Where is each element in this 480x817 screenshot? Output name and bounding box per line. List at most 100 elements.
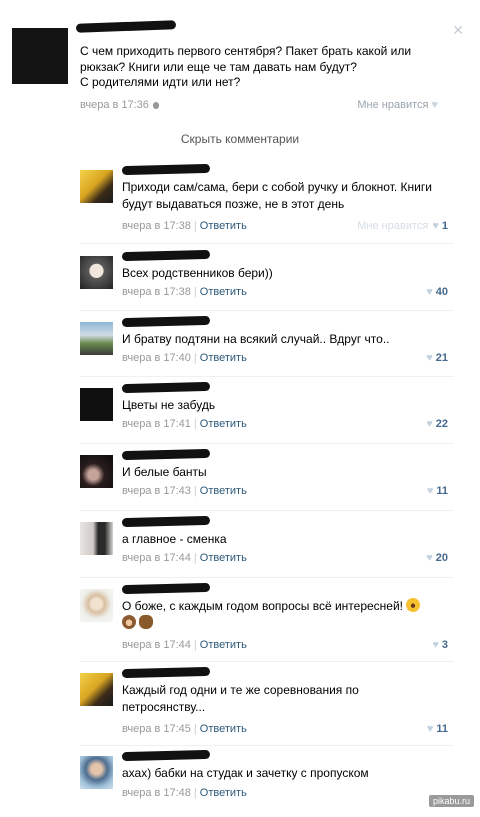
heart-icon: ♥: [426, 418, 433, 430]
comment: И братву подтяни на всякий случай.. Вдру…: [80, 315, 454, 383]
reply-link[interactable]: Ответить: [200, 485, 247, 497]
like-count: 1: [441, 220, 448, 232]
reply-link[interactable]: Ответить: [200, 639, 247, 651]
heart-icon: ♥: [426, 485, 434, 497]
comment-author-redacted: [121, 749, 211, 762]
like-count: 3: [441, 639, 448, 651]
comment-meta: вчера в 17:40 | Ответить: [122, 352, 247, 364]
avatar[interactable]: [80, 673, 113, 706]
avatar[interactable]: [80, 322, 113, 355]
comment-author-redacted: [121, 582, 211, 595]
divider: [80, 510, 454, 511]
comment-time[interactable]: вчера в 17:38: [122, 220, 191, 232]
comment-author-redacted: [121, 381, 211, 394]
post-author-name-redacted: [75, 20, 177, 33]
comment-like-button[interactable]: ♥ 22: [426, 418, 448, 430]
comment-like-button[interactable]: ♥ 11: [427, 723, 448, 735]
comment-time[interactable]: вчера в 17:44: [122, 552, 191, 564]
divider: [80, 577, 454, 578]
comment-like-button[interactable]: ♥ 3: [432, 639, 448, 651]
comment-text: Каждый год одни и те же соревнования по …: [122, 683, 359, 714]
close-icon[interactable]: ✕: [452, 22, 464, 39]
avatar[interactable]: [80, 170, 113, 203]
reply-link[interactable]: Ответить: [200, 723, 247, 735]
post-like-button[interactable]: Мне нравится ♥: [357, 99, 438, 111]
avatar[interactable]: [80, 756, 113, 789]
avatar[interactable]: [80, 388, 113, 421]
comment-like-button[interactable]: ♥ 21: [426, 352, 448, 364]
avatar[interactable]: [80, 522, 113, 555]
reply-link[interactable]: Ответить: [200, 220, 247, 232]
comment-time[interactable]: вчера в 17:44: [122, 639, 191, 651]
laughing-emoji-icon: [406, 598, 421, 612]
apple-icon: [152, 101, 159, 109]
reply-link[interactable]: Ответить: [200, 787, 247, 799]
comment-meta: вчера в 17:43 | Ответить: [122, 485, 247, 497]
comment-like-button[interactable]: ♥ 40: [426, 286, 448, 298]
like-count: 11: [436, 723, 448, 735]
comment: Цветы не забудь вчера в 17:41 | Ответить ♥…: [80, 381, 454, 449]
divider: [80, 745, 454, 746]
avatar[interactable]: [80, 455, 113, 488]
post-meta: вчера в 17:36: [80, 99, 159, 111]
divider: [80, 376, 454, 377]
comment-time[interactable]: вчера в 17:45: [122, 723, 191, 735]
comment-author-redacted: [121, 666, 211, 679]
comment-author-redacted: [121, 515, 211, 528]
comment-meta: вчера в 17:38 | Ответить: [122, 220, 247, 232]
reply-link[interactable]: Ответить: [200, 552, 247, 564]
see-no-evil-monkey-emoji-icon: [122, 615, 136, 629]
comment-text: О боже, с каждым годом вопросы всё интер…: [122, 598, 452, 632]
divider: [80, 310, 454, 311]
hide-comments-link[interactable]: Скрыть комментарии: [0, 132, 480, 146]
divider: [80, 243, 454, 244]
comment-author-redacted: [121, 249, 211, 262]
heart-icon: ♥: [426, 723, 434, 735]
comment-meta: вчера в 17:38 | Ответить: [122, 286, 247, 298]
comment: О боже, с каждым годом вопросы всё интер…: [80, 582, 454, 651]
post-time[interactable]: вчера в 17:36: [80, 99, 149, 111]
comment-time[interactable]: вчера в 17:41: [122, 418, 191, 430]
comment-meta: вчера в 17:44 | Ответить: [122, 639, 247, 651]
heart-icon: ♥: [426, 286, 433, 298]
heart-icon: ♥: [431, 99, 438, 111]
comment-meta: вчера в 17:41 | Ответить: [122, 418, 247, 430]
comment-like-button[interactable]: ♥ 11: [427, 485, 448, 497]
comment-time[interactable]: вчера в 17:38: [122, 286, 191, 298]
comment: Приходи сам/сама, бери с собой ручку и б…: [80, 163, 454, 232]
avatar[interactable]: [80, 256, 113, 289]
comment: ахах) бабки на студак и зачетку с пропус…: [80, 749, 454, 817]
heart-icon: ♥: [432, 220, 439, 232]
divider: [80, 661, 454, 662]
comment-meta: вчера в 17:48 | Ответить: [122, 787, 247, 799]
post-like-label: Мне нравится: [357, 99, 429, 111]
comment-text: И белые банты: [122, 465, 207, 479]
comment-time[interactable]: вчера в 17:43: [122, 485, 191, 497]
reply-link[interactable]: Ответить: [200, 418, 247, 430]
reply-link[interactable]: Ответить: [200, 286, 247, 298]
comment-author-redacted: [121, 163, 211, 176]
comment: Каждый год одни и те же соревнования по …: [80, 666, 454, 735]
comment-time[interactable]: вчера в 17:40: [122, 352, 191, 364]
post-text-line: рюкзак? Книги или еще че там давать нам …: [80, 59, 357, 74]
comment: а главное - сменка вчера в 17:44 | Ответит…: [80, 515, 454, 583]
comment-time[interactable]: вчера в 17:48: [122, 787, 191, 799]
comment-text: И братву подтяни на всякий случай.. Вдру…: [122, 332, 390, 346]
comment-meta: вчера в 17:45 | Ответить: [122, 723, 247, 735]
comment-like-button[interactable]: Мне нравится ♥ 1: [357, 220, 448, 232]
post-text-line: С чем приходить первого сентября? Пакет …: [80, 44, 412, 58]
like-count: 22: [435, 418, 448, 430]
post-author-avatar[interactable]: [12, 28, 68, 84]
avatar[interactable]: [80, 589, 113, 622]
reply-link[interactable]: Ответить: [200, 352, 247, 364]
comment-text-content: О боже, с каждым годом вопросы всё интер…: [122, 599, 404, 613]
watermark: pikabu.ru: [428, 795, 474, 807]
comment-text: Всех родственников бери)): [122, 266, 273, 280]
comment: Всех родственников бери)) вчера в 17:38 |…: [80, 249, 454, 317]
comment: И белые банты вчера в 17:43 | Ответить ♥ 11: [80, 448, 454, 516]
comment-like-button[interactable]: ♥ 20: [426, 552, 448, 564]
post-text: С чем приходить первого сентября? Пакет …: [80, 44, 440, 91]
heart-icon: ♥: [432, 639, 439, 651]
like-count: 40: [435, 286, 448, 298]
comment-text: ахах) бабки на студак и зачетку с пропус…: [122, 766, 369, 780]
